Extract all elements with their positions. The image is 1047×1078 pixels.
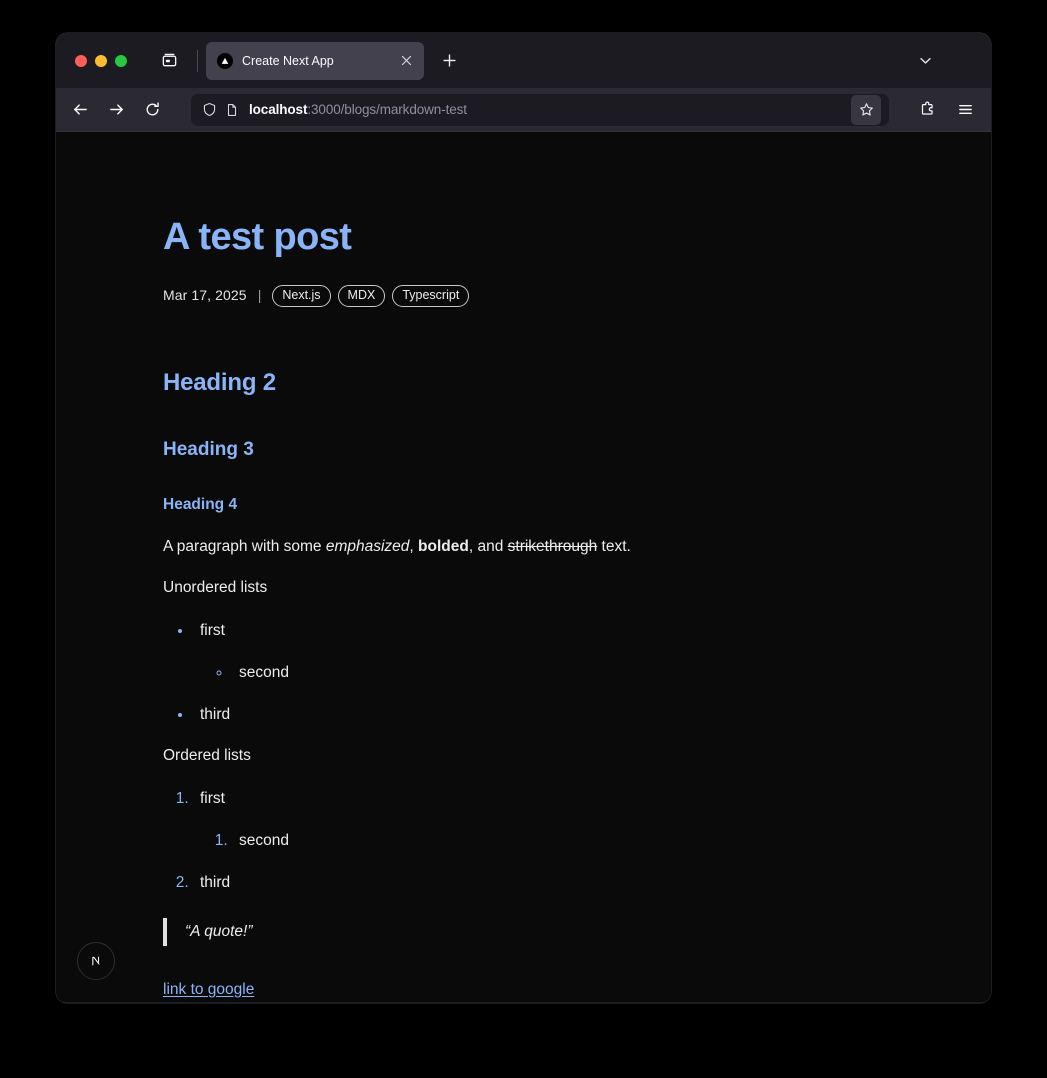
page-content: A test post Mar 17, 2025 | Next.js MDX T… (56, 132, 991, 1002)
list-item: first second (193, 619, 816, 685)
ordered-lists-label: Ordered lists (163, 746, 251, 764)
browser-window: Create Next App localhost:3000/blogs/mar… (56, 33, 991, 1003)
paragraph-part-3: , and (468, 537, 508, 555)
back-arrow-icon[interactable] (64, 93, 97, 126)
close-window-button[interactable] (75, 54, 87, 67)
heading-4: Heading 4 (163, 496, 238, 514)
url-text[interactable]: localhost:3000/blogs/markdown-test (247, 102, 843, 117)
nextjs-dev-tools-badge[interactable] (77, 942, 115, 980)
chevron-down-icon[interactable] (911, 47, 939, 75)
page-document-icon[interactable] (225, 103, 239, 117)
blockquote: “A quote!” (163, 917, 816, 946)
list-item: second (232, 829, 816, 852)
page-title: A test post (163, 216, 352, 258)
strikethrough-text: strikethrough (507, 537, 598, 555)
post-body: Heading 2 Heading 3 Heading 4 A paragrap… (163, 365, 816, 1002)
tag-pill-nextjs[interactable]: Next.js (272, 284, 331, 307)
tab-title: Create Next App (242, 53, 334, 68)
ordered-list: first second third (163, 787, 816, 894)
heading-3: Heading 3 (163, 438, 254, 460)
list-item: third (193, 703, 816, 726)
list-all-tabs-icon[interactable] (153, 45, 185, 77)
minimize-window-button[interactable] (95, 54, 107, 67)
url-host: localhost (249, 102, 308, 117)
nextjs-triangle-favicon (217, 52, 233, 69)
list-item-label: first (200, 622, 225, 640)
tag-pill-mdx[interactable]: MDX (337, 284, 386, 307)
navigation-toolbar: localhost:3000/blogs/markdown-test (56, 88, 991, 132)
url-address-bar[interactable]: localhost:3000/blogs/markdown-test (191, 93, 889, 126)
url-path: :3000/blogs/markdown-test (307, 102, 467, 117)
bolded-text: bolded (418, 537, 469, 555)
unordered-list: first second third (163, 619, 816, 726)
unordered-sublist: second (200, 661, 816, 684)
list-item-label: second (239, 832, 289, 850)
window-traffic-lights (66, 54, 143, 67)
list-item-label: first (200, 790, 225, 808)
emphasized-text: emphasized (325, 537, 410, 555)
shield-icon[interactable] (202, 102, 217, 117)
heading-2: Heading 2 (163, 368, 276, 396)
nextjs-logo-icon (86, 951, 106, 971)
hamburger-menu-icon[interactable] (949, 94, 981, 126)
unordered-lists-label: Unordered lists (163, 578, 268, 596)
puzzle-piece-icon[interactable] (911, 94, 943, 126)
close-icon[interactable] (396, 51, 416, 71)
star-icon[interactable] (851, 94, 881, 125)
list-item: first second (193, 787, 816, 853)
post-meta: Mar 17, 2025 | Next.js MDX Typescript (163, 284, 816, 307)
maximize-window-button[interactable] (115, 54, 127, 67)
formatted-paragraph: A paragraph with some emphasized, bolded… (163, 535, 816, 558)
list-item-label: third (200, 705, 231, 723)
post-date: Mar 17, 2025 (163, 287, 247, 304)
paragraph-part-2: , (409, 537, 419, 555)
tab-strip: Create Next App (56, 33, 991, 88)
list-item: third (193, 871, 816, 894)
forward-arrow-icon[interactable] (100, 93, 133, 126)
blockquote-text: “A quote!” (185, 923, 253, 941)
list-item: second (232, 661, 816, 684)
blog-post-article: A test post Mar 17, 2025 | Next.js MDX T… (56, 132, 816, 1002)
reload-icon[interactable] (136, 93, 169, 126)
new-tab-button[interactable] (434, 46, 464, 76)
ordered-sublist: second (200, 829, 816, 852)
paragraph-part-4: text. (597, 537, 631, 555)
browser-tab-create-next-app[interactable]: Create Next App (206, 41, 424, 80)
paragraph-part-1: A paragraph with some (163, 537, 326, 555)
tag-pill-typescript[interactable]: Typescript (392, 284, 470, 307)
tab-separator (197, 49, 198, 72)
link-to-google[interactable]: link to google (163, 978, 254, 1001)
list-item-label: second (239, 664, 289, 682)
meta-separator: | (257, 287, 262, 304)
list-item-label: third (200, 873, 231, 891)
